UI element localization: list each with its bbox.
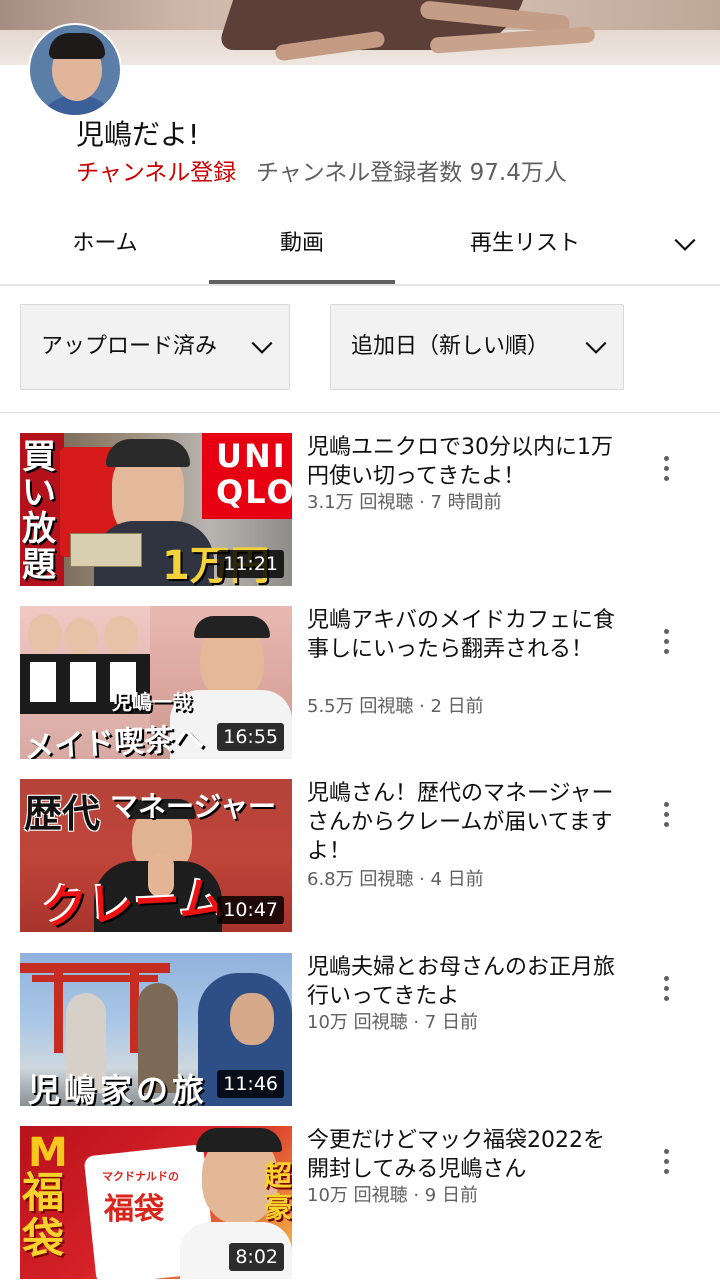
video-item[interactable]: 児嶋家の旅 11:46 児嶋夫婦とお母さんのお正月旅行いってきたよ 10万 回視… bbox=[0, 953, 720, 1113]
video-duration: 10:47 bbox=[217, 896, 284, 924]
video-title[interactable]: 児嶋ユニクロで30分以内に1万円使い切ってきたよ！ bbox=[307, 433, 625, 491]
subscribe-button[interactable]: チャンネル登録 bbox=[76, 156, 236, 190]
video-duration: 8:02 bbox=[229, 1243, 284, 1271]
thumbnail-text: QLO bbox=[216, 473, 292, 511]
thumbnail-text: 児嶋一哉 bbox=[112, 690, 192, 714]
video-meta: 5.5万 回視聴 · 2 日前 bbox=[307, 696, 484, 717]
video-thumbnail[interactable]: M 福袋 マクドナルドの 福袋 超豪 8:02 bbox=[20, 1126, 292, 1279]
video-duration: 16:55 bbox=[217, 723, 284, 751]
video-duration: 11:21 bbox=[217, 550, 284, 578]
tab-home[interactable]: ホーム bbox=[30, 210, 180, 282]
video-title[interactable]: 児嶋アキバのメイドカフェに食事しにいったら翻弄される！ bbox=[307, 606, 625, 664]
video-meta: 10万 回視聴 · 7 日前 bbox=[307, 1012, 478, 1033]
video-thumbnail[interactable]: 買い放題 UNI QLO 1万円 11:21 bbox=[20, 433, 292, 586]
chevron-down-icon bbox=[585, 341, 607, 354]
more-options-icon[interactable] bbox=[654, 626, 678, 658]
video-meta: 10万 回視聴 · 9 日前 bbox=[307, 1185, 478, 1206]
video-thumbnail[interactable]: 歴代 マネージャー クレーム 10:47 bbox=[20, 779, 292, 932]
video-item[interactable]: 児嶋一哉 メイド喫茶へ 16:55 児嶋アキバのメイドカフェに食事しにいったら翻… bbox=[0, 606, 720, 766]
video-duration: 11:46 bbox=[217, 1070, 284, 1098]
thumbnail-text: クレーム bbox=[40, 871, 227, 932]
video-thumbnail[interactable]: 児嶋一哉 メイド喫茶へ 16:55 bbox=[20, 606, 292, 759]
more-options-icon[interactable] bbox=[654, 799, 678, 831]
thumbnail-text: 歴代 bbox=[24, 792, 101, 836]
channel-name: 児嶋だよ! bbox=[76, 118, 200, 151]
video-meta: 6.8万 回視聴 · 4 日前 bbox=[307, 869, 484, 890]
filter-bar: アップロード済み 追加日（新しい順） bbox=[0, 284, 720, 413]
sort-filter-dropdown[interactable]: 追加日（新しい順） bbox=[330, 304, 624, 390]
chevron-down-icon bbox=[251, 341, 273, 354]
video-item[interactable]: M 福袋 マクドナルドの 福袋 超豪 8:02 今更だけどマック福袋2022を開… bbox=[0, 1126, 720, 1286]
thumbnail-text: 超豪 bbox=[264, 1159, 292, 1224]
subscriber-count: チャンネル登録者数 97.4万人 bbox=[256, 160, 567, 186]
upload-filter-label: アップロード済み bbox=[41, 334, 218, 359]
more-options-icon[interactable] bbox=[654, 973, 678, 1005]
thumbnail-text: マクドナルドの bbox=[102, 1170, 179, 1183]
channel-tabs: ホーム 動画 再生リスト bbox=[0, 210, 720, 286]
sort-filter-label: 追加日（新しい順） bbox=[351, 334, 550, 359]
video-item[interactable]: 買い放題 UNI QLO 1万円 11:21 児嶋ユニクロで30分以内に1万円使… bbox=[0, 433, 720, 593]
video-title[interactable]: 今更だけどマック福袋2022を開封してみる児嶋さん bbox=[307, 1126, 625, 1184]
video-item[interactable]: 歴代 マネージャー クレーム 10:47 児嶋さん！歴代のマネージャーさんからク… bbox=[0, 779, 720, 939]
tab-videos[interactable]: 動画 bbox=[209, 210, 395, 284]
upload-filter-dropdown[interactable]: アップロード済み bbox=[20, 304, 290, 390]
more-options-icon[interactable] bbox=[654, 1146, 678, 1178]
video-title[interactable]: 児嶋夫婦とお母さんのお正月旅行いってきたよ bbox=[307, 953, 625, 1011]
video-title[interactable]: 児嶋さん！歴代のマネージャーさんからクレームが届いてますよ！ bbox=[307, 779, 625, 866]
thumbnail-text: 福袋 bbox=[104, 1192, 164, 1227]
chevron-down-icon[interactable] bbox=[672, 232, 698, 258]
more-options-icon[interactable] bbox=[654, 453, 678, 485]
thumbnail-text: 福袋 bbox=[22, 1168, 65, 1263]
channel-avatar[interactable] bbox=[28, 23, 122, 117]
thumbnail-text: UNI bbox=[216, 437, 287, 475]
video-meta: 3.1万 回視聴 · 7 時間前 bbox=[307, 492, 502, 513]
thumbnail-text: 買い放題 bbox=[22, 437, 56, 585]
thumbnail-text: 児嶋家の旅 bbox=[28, 1071, 209, 1106]
tab-playlists[interactable]: 再生リスト bbox=[440, 210, 610, 282]
video-thumbnail[interactable]: 児嶋家の旅 11:46 bbox=[20, 953, 292, 1106]
thumbnail-text: マネージャー bbox=[110, 790, 277, 823]
